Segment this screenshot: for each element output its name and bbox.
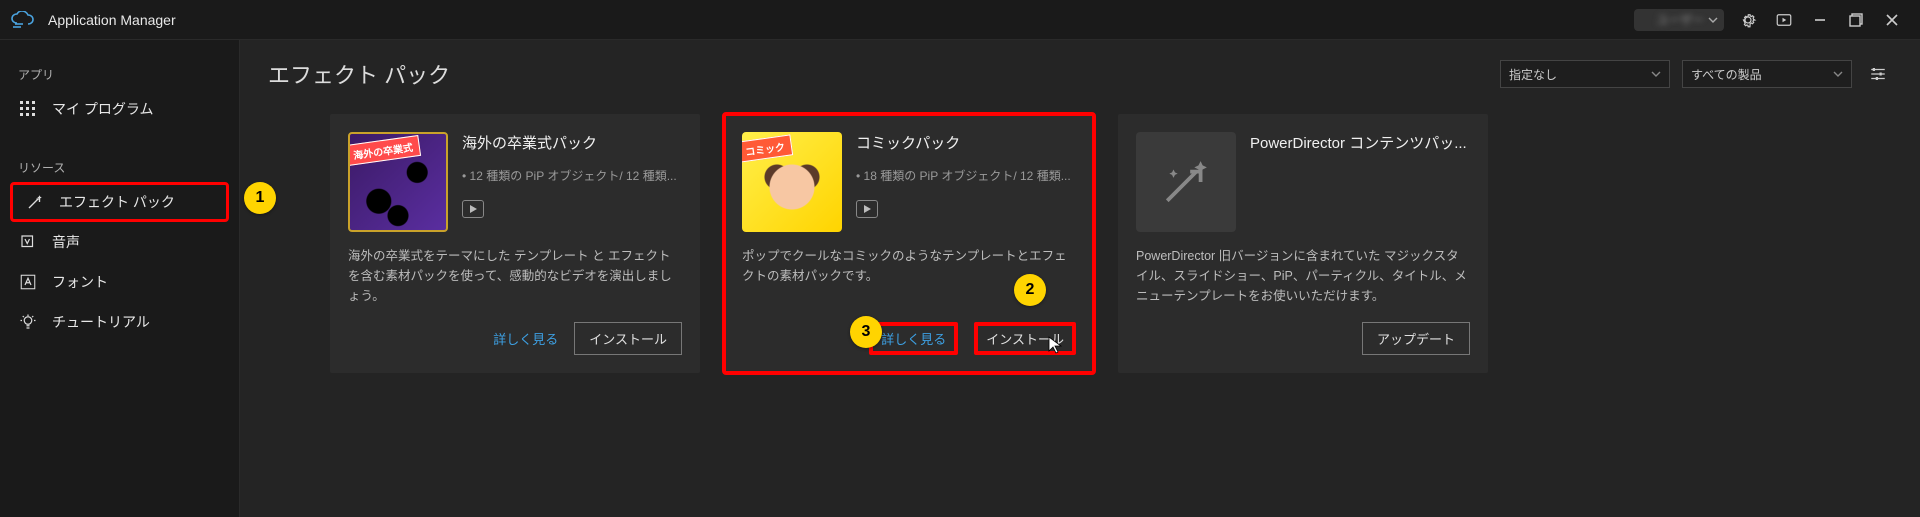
sidebar-item-audio[interactable]: 音声 (0, 222, 239, 262)
pack-card: 海外の卒業式 海外の卒業式パック • 12 種類の PiP オブジェクト/ 12… (330, 114, 700, 373)
card-grid: 海外の卒業式 海外の卒業式パック • 12 種類の PiP オブジェクト/ 12… (240, 108, 1920, 401)
select-value: 指定なし (1509, 66, 1557, 83)
pack-description: PowerDirector 旧バージョンに含まれていた マジックスタイル、スライ… (1136, 246, 1470, 310)
content-area: エフェクト パック 指定なし すべての製品 (240, 40, 1920, 517)
pack-subtitle: • 18 種類の PiP オブジェクト/ 12 種類... (856, 167, 1076, 184)
app-logo-icon (10, 10, 38, 30)
pack-description: 海外の卒業式をテーマにした テンプレート と エフェクトを含む素材パックを使って… (348, 246, 682, 310)
sidebar-item-label: エフェクト パック (59, 192, 175, 212)
chevron-down-icon (1833, 69, 1843, 79)
sidebar-item-label: マイ プログラム (52, 99, 153, 119)
play-icon (862, 204, 872, 214)
learn-more-link[interactable]: 詳しく見る (869, 322, 958, 355)
minimize-button[interactable] (1802, 2, 1838, 38)
filter-product-select[interactable]: すべての製品 (1682, 60, 1852, 88)
preview-button[interactable] (462, 200, 484, 218)
audio-icon (18, 232, 38, 252)
pack-subtitle: • 12 種類の PiP オブジェクト/ 12 種類... (462, 167, 682, 184)
settings-button[interactable] (1730, 2, 1766, 38)
maximize-icon (1849, 13, 1863, 27)
lightbulb-icon (18, 312, 38, 332)
sidebar-item-tutorials[interactable]: チュートリアル (0, 302, 239, 342)
content-header: エフェクト パック 指定なし すべての製品 (240, 40, 1920, 108)
sidebar-item-label: チュートリアル (52, 312, 150, 332)
grid-icon (18, 99, 38, 119)
thumbnail-ribbon: 海外の卒業式 (348, 135, 421, 166)
pack-thumbnail[interactable]: コミック (742, 132, 842, 232)
app-title: Application Manager (48, 12, 176, 28)
callout-2: 2 (1014, 274, 1046, 306)
select-value: すべての製品 (1691, 66, 1762, 83)
font-icon (18, 272, 38, 292)
sidebar-section-resources: リソース (0, 151, 239, 182)
sidebar-item-fonts[interactable]: フォント (0, 262, 239, 302)
sidebar-section-apps: アプリ (0, 58, 239, 89)
update-button[interactable]: アップデート (1362, 322, 1470, 355)
sidebar-item-my-programs[interactable]: マイ プログラム (0, 89, 239, 129)
filter-category-select[interactable]: 指定なし (1500, 60, 1670, 88)
user-menu[interactable]: ユーザー (1634, 9, 1724, 31)
sidebar-item-label: フォント (52, 272, 108, 292)
pack-title: 海外の卒業式パック (462, 132, 682, 153)
video-play-icon (1775, 11, 1793, 29)
install-button[interactable]: インストール (574, 322, 682, 355)
chevron-down-icon (1651, 69, 1661, 79)
wand-icon (25, 192, 45, 212)
sidebar: アプリ マイ プログラム リソース エフェクト パック 1 音声 (0, 40, 240, 517)
user-label: ユーザー (1656, 11, 1704, 28)
pack-thumbnail[interactable] (1136, 132, 1236, 232)
gear-icon (1739, 11, 1757, 29)
play-icon (468, 204, 478, 214)
pack-title: コミックパック (856, 132, 1076, 153)
callout-3: 3 (850, 316, 882, 348)
pack-title: PowerDirector コンテンツパッ... (1250, 132, 1470, 153)
close-icon (1885, 13, 1899, 27)
chevron-down-icon (1708, 15, 1718, 25)
video-button[interactable] (1766, 2, 1802, 38)
learn-more-link[interactable]: 詳しく見る (493, 329, 558, 348)
minimize-icon (1813, 13, 1827, 27)
wand-icon (1161, 157, 1211, 207)
filter-settings-button[interactable] (1864, 60, 1892, 88)
pack-card: コミック コミックパック • 18 種類の PiP オブジェクト/ 12 種類.… (724, 114, 1094, 373)
close-button[interactable] (1874, 2, 1910, 38)
preview-button[interactable] (856, 200, 878, 218)
cursor-icon (1048, 336, 1062, 354)
maximize-button[interactable] (1838, 2, 1874, 38)
pack-card: PowerDirector コンテンツパッ... PowerDirector 旧… (1118, 114, 1488, 373)
thumbnail-ribbon: コミック (742, 134, 793, 162)
titlebar: Application Manager ユーザー (0, 0, 1920, 40)
pack-thumbnail[interactable]: 海外の卒業式 (348, 132, 448, 232)
sidebar-item-label: 音声 (52, 232, 80, 252)
callout-1: 1 (244, 182, 276, 214)
page-title: エフェクト パック (268, 58, 1488, 90)
sidebar-item-effect-packs[interactable]: エフェクト パック (10, 182, 229, 222)
sliders-icon (1869, 65, 1887, 83)
